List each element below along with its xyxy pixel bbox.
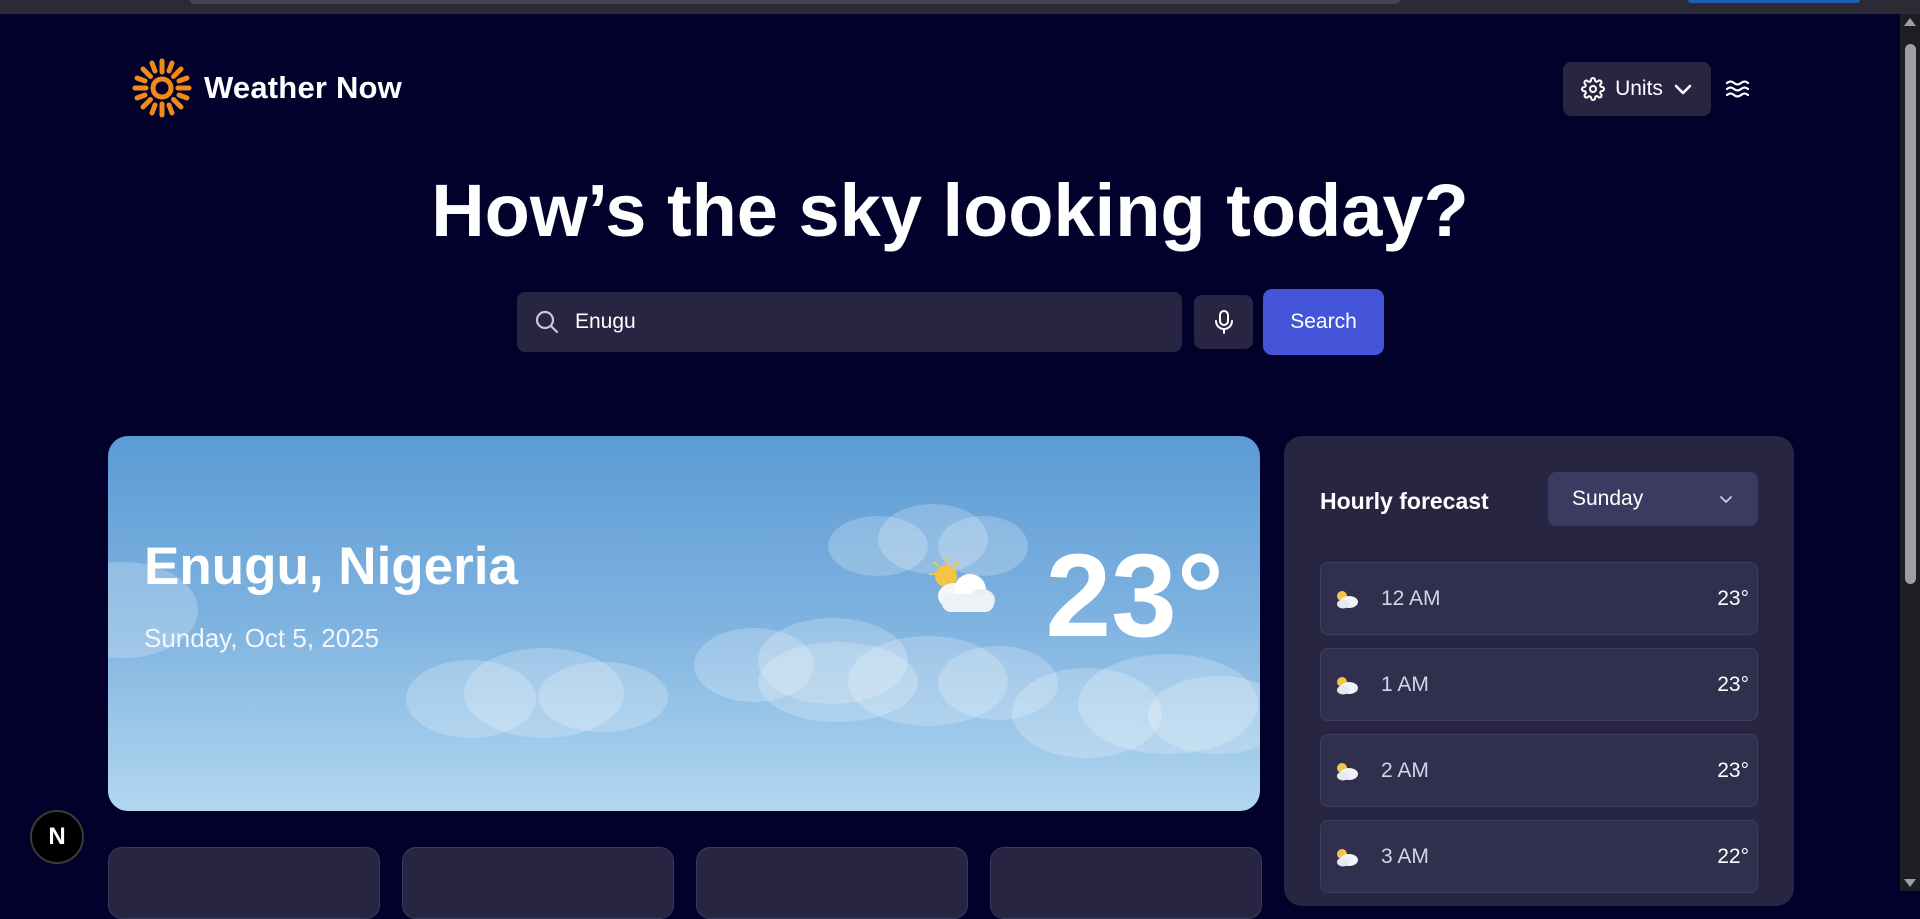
hourly-time: 1 AM xyxy=(1381,672,1429,696)
partly-cloudy-icon xyxy=(929,557,995,612)
current-location: Enugu, Nigeria xyxy=(144,537,518,596)
hourly-time: 3 AM xyxy=(1381,844,1429,868)
partly-cloudy-icon xyxy=(1337,848,1358,866)
search-input[interactable] xyxy=(573,309,1157,335)
partly-cloudy-icon xyxy=(1337,762,1358,780)
scroll-down-arrow-icon[interactable] xyxy=(1904,879,1916,887)
chevron-down-icon xyxy=(1720,496,1732,503)
day-select-dropdown[interactable]: Sunday xyxy=(1548,472,1758,526)
day-select-value: Sunday xyxy=(1572,487,1644,510)
hourly-row: 2 AM 23° xyxy=(1320,734,1758,807)
stat-card xyxy=(108,847,380,919)
scroll-up-arrow-icon[interactable] xyxy=(1904,18,1916,26)
hourly-row: 12 AM 23° xyxy=(1320,562,1758,635)
hourly-temp: 23° xyxy=(1717,672,1749,696)
search-button[interactable]: Search xyxy=(1263,289,1384,355)
current-weather-card: Enugu, Nigeria Sunday, Oct 5, 2025 23° xyxy=(108,436,1260,811)
page-title: How’s the sky looking today? xyxy=(431,169,1469,252)
hourly-temp: 22° xyxy=(1717,844,1749,868)
waves-menu-icon[interactable] xyxy=(1724,75,1752,103)
hourly-forecast-panel: Hourly forecast Sunday 12 AM 23° 1 AM 23… xyxy=(1284,436,1794,906)
hourly-forecast-title: Hourly forecast xyxy=(1320,488,1489,514)
stat-card xyxy=(990,847,1262,919)
voice-search-button[interactable] xyxy=(1194,295,1253,349)
hourly-time: 12 AM xyxy=(1381,586,1441,610)
vertical-scrollbar[interactable] xyxy=(1900,14,1920,891)
search-field[interactable] xyxy=(517,292,1182,352)
chevron-down-icon xyxy=(1674,84,1692,95)
search-icon xyxy=(535,310,559,334)
dev-tools-badge[interactable]: N xyxy=(30,810,84,864)
scrollbar-thumb[interactable] xyxy=(1905,44,1916,584)
address-bar[interactable] xyxy=(190,0,1400,4)
units-label: Units xyxy=(1615,77,1663,100)
current-date: Sunday, Oct 5, 2025 xyxy=(144,623,380,653)
hourly-row: 3 AM 22° xyxy=(1320,820,1758,893)
microphone-icon xyxy=(1214,310,1233,334)
partly-cloudy-icon xyxy=(1337,590,1358,608)
gear-icon xyxy=(1581,77,1606,101)
hourly-temp: 23° xyxy=(1717,758,1749,782)
app-name: Weather Now xyxy=(204,70,402,105)
units-dropdown-button[interactable]: Units xyxy=(1563,62,1711,116)
hourly-row: 1 AM 23° xyxy=(1320,648,1758,721)
sun-logo-icon xyxy=(132,58,192,118)
stat-card xyxy=(696,847,968,919)
browser-accent-strip xyxy=(1688,0,1860,3)
partly-cloudy-icon xyxy=(1337,676,1358,694)
browser-top-bar xyxy=(0,0,1920,14)
brand[interactable]: Weather Now xyxy=(132,58,402,118)
current-temperature: 23° xyxy=(1045,530,1224,662)
stat-card xyxy=(402,847,674,919)
hourly-time: 2 AM xyxy=(1381,758,1429,782)
hourly-temp: 23° xyxy=(1717,586,1749,610)
cloud-decoration xyxy=(538,662,668,732)
